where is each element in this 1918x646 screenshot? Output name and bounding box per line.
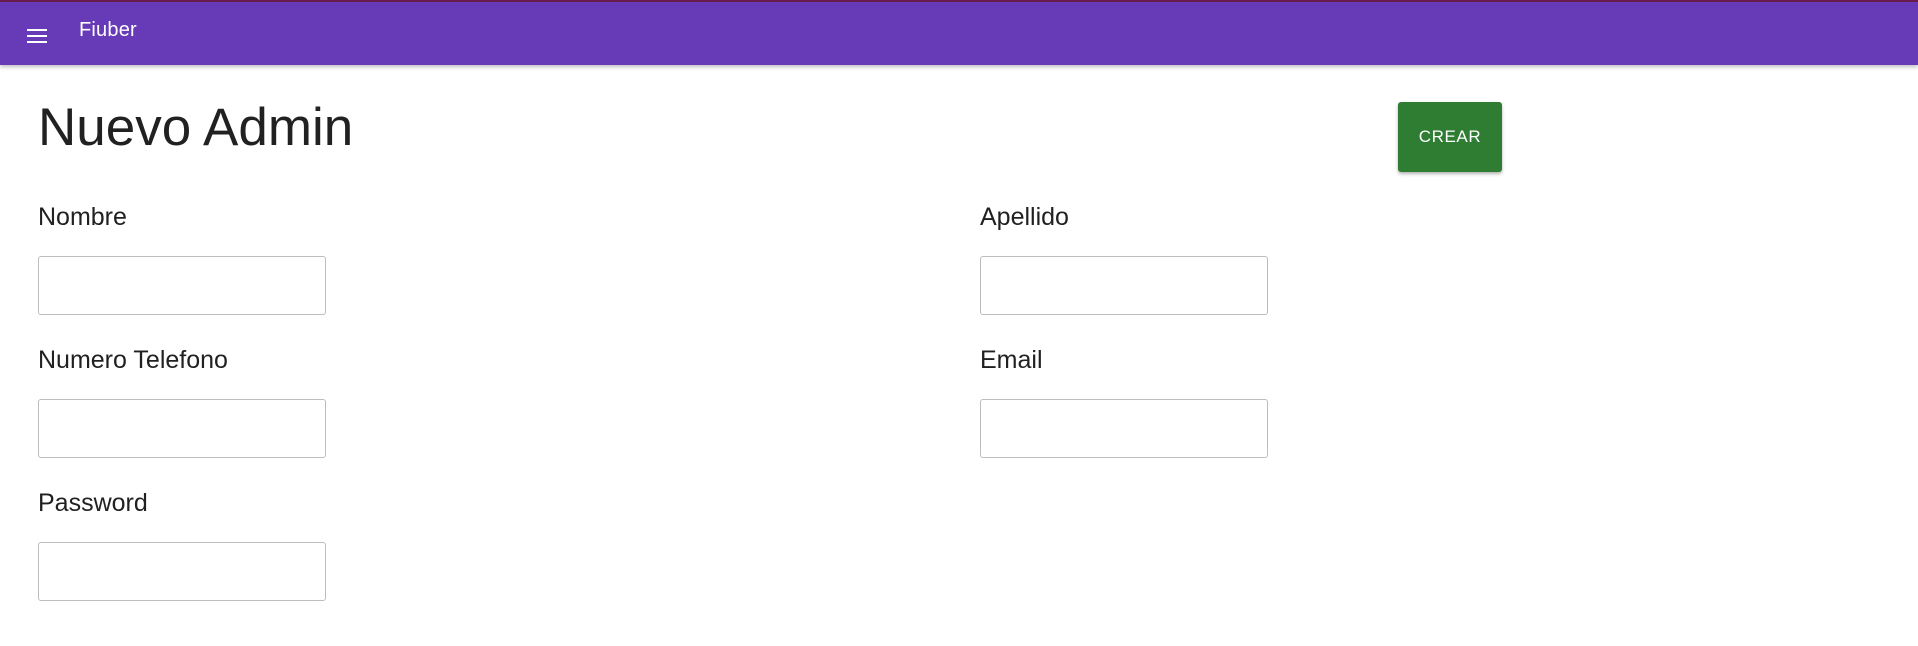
password-input[interactable]: [38, 542, 326, 601]
apellido-label: Apellido: [980, 203, 1069, 231]
menu-button[interactable]: [22, 22, 54, 50]
telefono-input[interactable]: [38, 399, 326, 458]
email-input[interactable]: [980, 399, 1268, 458]
apellido-input[interactable]: [980, 256, 1268, 315]
app-bar: Fiuber: [0, 0, 1918, 65]
email-label: Email: [980, 346, 1043, 374]
menu-icon: [22, 22, 54, 50]
nombre-label: Nombre: [38, 203, 127, 231]
app-title: Fiuber: [79, 19, 137, 41]
password-label: Password: [38, 489, 148, 517]
telefono-label: Numero Telefono: [38, 346, 228, 374]
nombre-input[interactable]: [38, 256, 326, 315]
crear-button[interactable]: CREAR: [1398, 102, 1502, 172]
page-title: Nuevo Admin: [38, 98, 354, 157]
